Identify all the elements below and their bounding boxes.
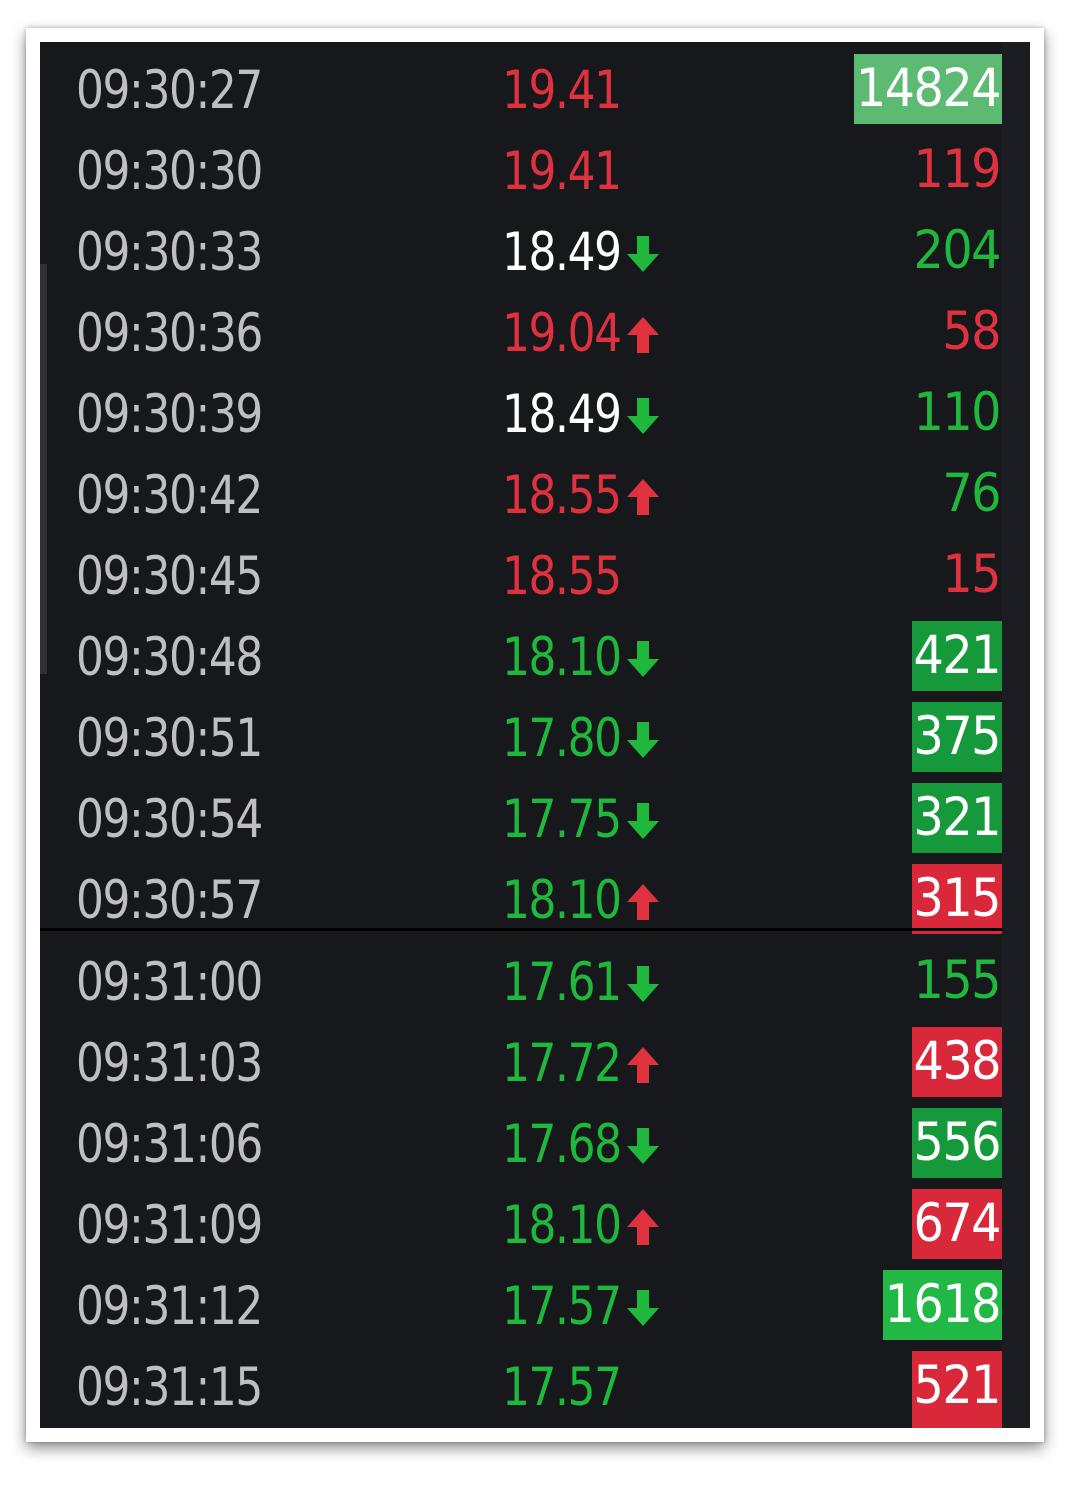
arrow-down-icon bbox=[627, 803, 659, 839]
trade-row[interactable]: 09:31:00 17.61 155 bbox=[40, 942, 1002, 1023]
trade-row[interactable]: 09:30:27 19.41 14824 bbox=[40, 50, 1002, 131]
trade-row[interactable]: 09:30:33 18.49 204 bbox=[40, 212, 1002, 293]
trade-time: 09:30:36 bbox=[76, 303, 263, 364]
trade-volume: 76 bbox=[942, 463, 1001, 524]
trade-row[interactable]: 09:30:42 18.55 76 bbox=[40, 455, 1002, 536]
trade-price: 17.68 bbox=[502, 1114, 622, 1175]
trade-time: 09:30:42 bbox=[76, 465, 263, 526]
trade-volume: 521 bbox=[911, 1351, 1002, 1421]
trade-price: 17.80 bbox=[502, 708, 622, 769]
trade-volume: 119 bbox=[913, 139, 1002, 200]
trade-price: 19.41 bbox=[502, 60, 622, 121]
arrow-up-icon bbox=[627, 1209, 659, 1245]
trade-price: 18.10 bbox=[502, 627, 622, 688]
trade-price: 17.75 bbox=[502, 789, 622, 850]
trade-price-cell: 17.75 bbox=[502, 779, 659, 860]
trade-price: 19.04 bbox=[502, 303, 622, 364]
arrow-down-icon bbox=[627, 722, 659, 758]
trade-row[interactable]: 09:30:54 17.75 321 bbox=[40, 779, 1002, 860]
trade-row[interactable]: 09:30:30 19.41 119 bbox=[40, 131, 1002, 212]
trade-time: 09:31:03 bbox=[76, 1033, 263, 1094]
arrow-down-icon bbox=[627, 1128, 659, 1164]
trade-price: 17.57 bbox=[502, 1357, 622, 1418]
trade-price-cell: 19.41 bbox=[502, 131, 631, 212]
trade-time: 09:30:48 bbox=[76, 627, 263, 688]
trade-time: 09:30:45 bbox=[76, 546, 263, 607]
trade-row[interactable]: 09:31:12 17.57 1618 bbox=[40, 1266, 1002, 1347]
tick-by-tick-panel: 09:30:27 19.41 14824 09:30:30 19.41 119 09:30:… bbox=[40, 42, 1030, 1428]
trade-price-cell: 17.57 bbox=[502, 1347, 631, 1428]
arrow-up-icon bbox=[627, 1047, 659, 1083]
partial-volume-box bbox=[912, 1420, 1002, 1428]
trade-volume: 14824 bbox=[853, 54, 1002, 124]
trade-time: 09:31:15 bbox=[76, 1357, 263, 1418]
arrow-down-icon bbox=[627, 236, 659, 272]
trade-time: 09:31:09 bbox=[76, 1195, 263, 1256]
trade-volume: 321 bbox=[911, 783, 1002, 853]
trade-time: 09:30:51 bbox=[76, 708, 263, 769]
arrow-up-icon bbox=[627, 317, 659, 353]
trade-price-cell: 17.57 bbox=[502, 1266, 659, 1347]
trade-row[interactable]: 09:30:36 19.04 58 bbox=[40, 293, 1002, 374]
trade-price: 19.41 bbox=[502, 141, 622, 202]
trade-volume: 155 bbox=[913, 950, 1002, 1011]
trade-time: 09:30:30 bbox=[76, 141, 263, 202]
trade-price-cell: 17.61 bbox=[502, 942, 659, 1023]
trade-volume: 15 bbox=[942, 544, 1001, 605]
trade-row[interactable]: 09:30:39 18.49 110 bbox=[40, 374, 1002, 455]
trade-price: 17.72 bbox=[502, 1033, 622, 1094]
trade-time: 09:30:27 bbox=[76, 60, 263, 121]
trade-row[interactable]: 09:31:09 18.10 674 bbox=[40, 1185, 1002, 1266]
trade-time: 09:30:33 bbox=[76, 222, 263, 283]
trade-price-cell: 18.10 bbox=[502, 1185, 659, 1266]
scrollbar-track[interactable] bbox=[1002, 42, 1030, 1428]
trade-price-cell: 17.68 bbox=[502, 1104, 659, 1185]
trade-price-cell: 17.72 bbox=[502, 1023, 659, 1104]
trade-price-cell: 18.49 bbox=[502, 374, 659, 455]
arrow-down-icon bbox=[627, 398, 659, 434]
minute-divider bbox=[40, 928, 1002, 931]
trade-row[interactable]: 09:31:06 17.68 556 bbox=[40, 1104, 1002, 1185]
trade-volume: 58 bbox=[942, 301, 1001, 362]
trade-price: 18.55 bbox=[502, 465, 622, 526]
trade-price: 18.10 bbox=[502, 1195, 622, 1256]
arrow-down-icon bbox=[627, 966, 659, 1002]
trade-volume: 1618 bbox=[882, 1270, 1002, 1340]
arrow-down-icon bbox=[627, 641, 659, 677]
trade-price-cell: 18.55 bbox=[502, 536, 631, 617]
trade-row[interactable]: 09:30:45 18.55 15 bbox=[40, 536, 1002, 617]
trade-price: 18.49 bbox=[502, 222, 622, 283]
trade-time: 09:31:06 bbox=[76, 1114, 263, 1175]
trade-time: 09:30:39 bbox=[76, 384, 263, 445]
arrow-down-icon bbox=[627, 1290, 659, 1326]
trade-volume: 421 bbox=[911, 621, 1002, 691]
trade-time: 09:31:00 bbox=[76, 952, 263, 1013]
trade-price-cell: 18.10 bbox=[502, 617, 659, 698]
trade-price: 18.49 bbox=[502, 384, 622, 445]
trade-price: 17.61 bbox=[502, 952, 622, 1013]
trade-row[interactable]: 09:31:15 17.57 521 bbox=[40, 1347, 1002, 1428]
trade-price-cell: 19.04 bbox=[502, 293, 659, 374]
trade-price: 18.55 bbox=[502, 546, 622, 607]
arrow-up-icon bbox=[627, 884, 659, 920]
trade-volume: 438 bbox=[911, 1027, 1002, 1097]
trade-volume: 315 bbox=[911, 864, 1002, 934]
trade-time: 09:31:12 bbox=[76, 1276, 263, 1337]
trade-time: 09:30:54 bbox=[76, 789, 263, 850]
trade-volume: 204 bbox=[913, 220, 1002, 281]
trade-price-cell: 18.55 bbox=[502, 455, 659, 536]
trade-price-cell: 18.49 bbox=[502, 212, 659, 293]
trade-row[interactable]: 09:30:48 18.10 421 bbox=[40, 617, 1002, 698]
trade-volume: 375 bbox=[911, 702, 1002, 772]
trade-row[interactable]: 09:30:51 17.80 375 bbox=[40, 698, 1002, 779]
trade-price-cell: 17.80 bbox=[502, 698, 659, 779]
trade-price-cell: 19.41 bbox=[502, 50, 631, 131]
arrow-up-icon bbox=[627, 479, 659, 515]
trade-volume: 110 bbox=[913, 382, 1002, 443]
trade-row[interactable]: 09:31:03 17.72 438 bbox=[40, 1023, 1002, 1104]
trade-volume: 674 bbox=[911, 1189, 1002, 1259]
trade-volume: 556 bbox=[911, 1108, 1002, 1178]
trade-price: 17.57 bbox=[502, 1276, 622, 1337]
